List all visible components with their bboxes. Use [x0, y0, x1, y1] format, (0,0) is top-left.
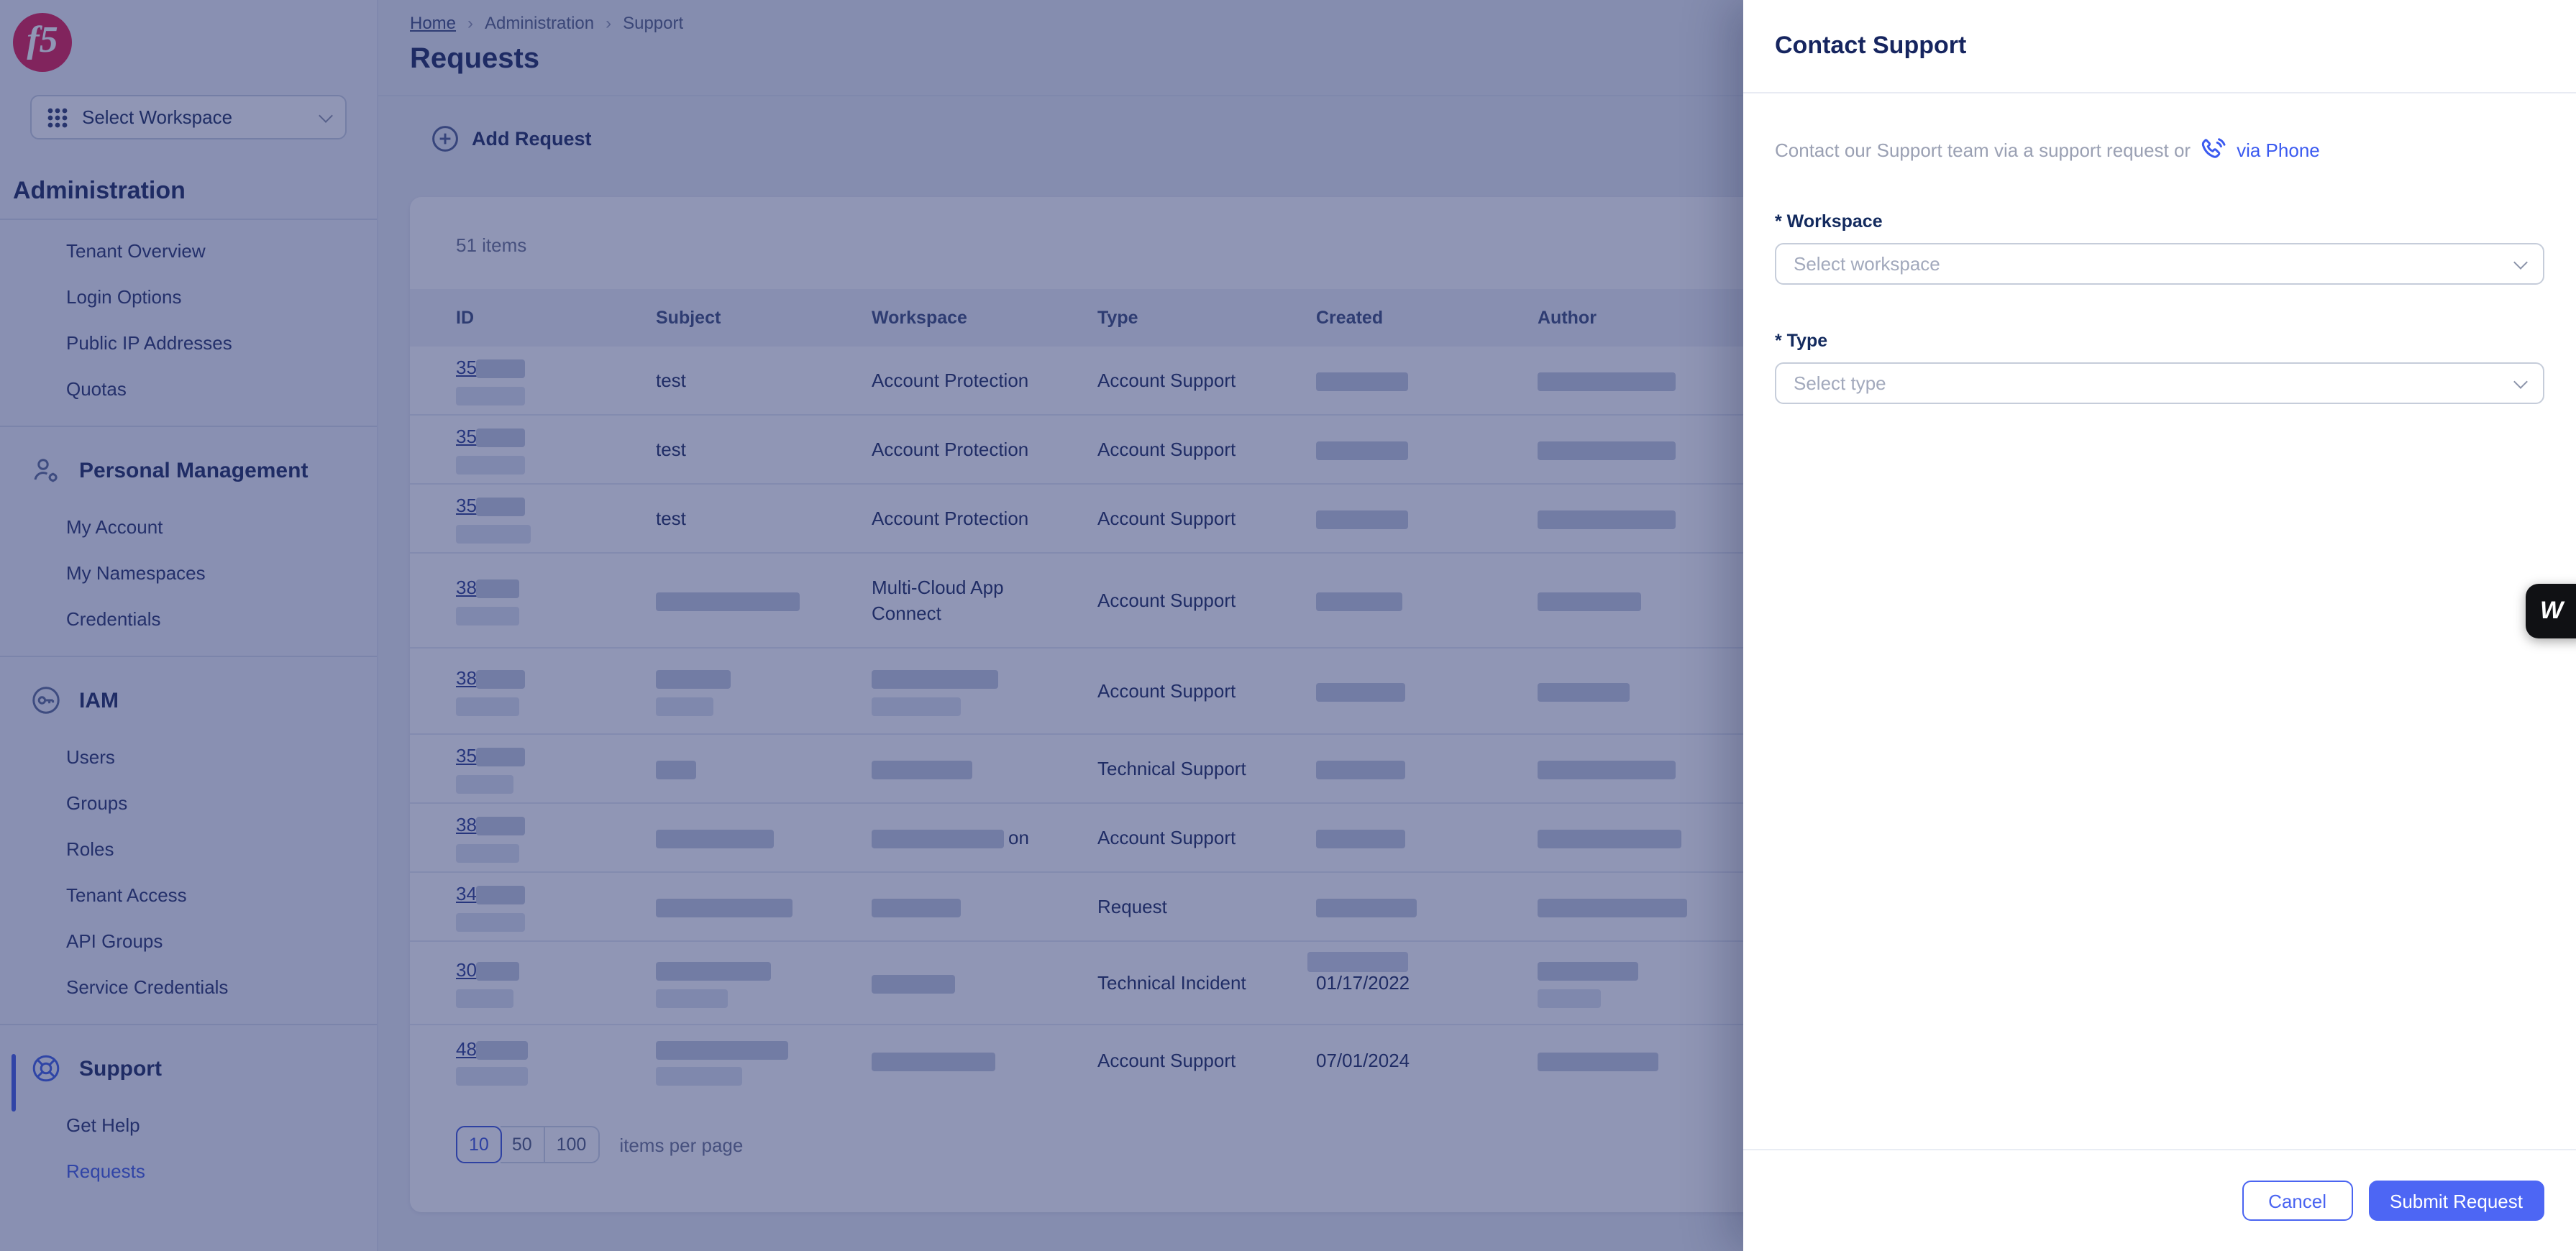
workspace-select-placeholder: Select workspace: [1794, 253, 2516, 275]
panel-title: Contact Support: [1775, 32, 1966, 60]
panel-intro-text: Contact our Support team via a support r…: [1775, 139, 2191, 160]
type-select-placeholder: Select type: [1794, 372, 2516, 394]
panel-footer: Cancel Submit Request: [1743, 1149, 2576, 1251]
w-logo: W: [2540, 597, 2562, 626]
workspace-field-label: * Workspace: [1775, 211, 2544, 232]
panel-body: Contact our Support team via a support r…: [1743, 93, 2576, 404]
panel-intro: Contact our Support team via a support r…: [1775, 137, 2544, 162]
workspace-select[interactable]: Select workspace: [1775, 243, 2544, 285]
backdrop-overlay: [0, 0, 1743, 1251]
chevron-down-icon: [2513, 374, 2528, 388]
type-field-label: * Type: [1775, 331, 2544, 351]
cancel-button[interactable]: Cancel: [2242, 1181, 2352, 1221]
chevron-down-icon: [2513, 255, 2528, 269]
type-select[interactable]: Select type: [1775, 362, 2544, 404]
via-phone-link[interactable]: via Phone: [2237, 139, 2320, 160]
widget-badge-button[interactable]: W: [2526, 584, 2576, 638]
submit-request-button[interactable]: Submit Request: [2368, 1181, 2544, 1221]
phone-icon: [2201, 137, 2226, 162]
app-root: f5 Select Workspace Administration Tenan…: [0, 0, 2576, 1251]
contact-support-panel: Contact Support Contact our Support team…: [1743, 0, 2576, 1251]
panel-header: Contact Support: [1743, 0, 2576, 93]
